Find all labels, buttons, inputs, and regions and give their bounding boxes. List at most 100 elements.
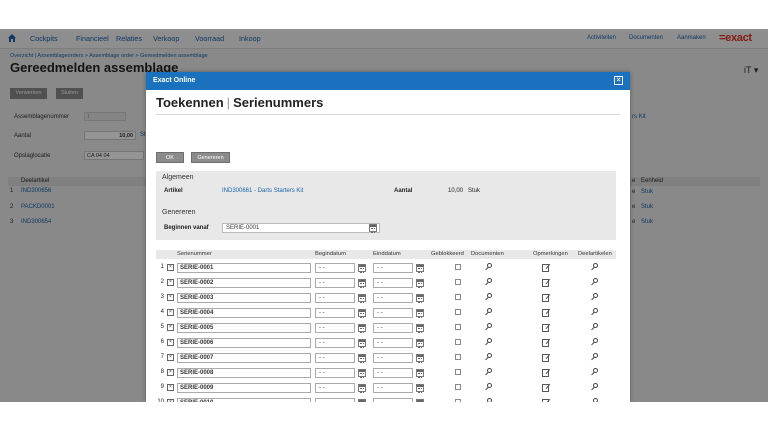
delete-icon[interactable]: ×	[167, 309, 174, 316]
serial-number-input[interactable]: SERIE-0007	[177, 353, 311, 363]
documents-search-icon[interactable]	[484, 398, 493, 402]
calendar-icon[interactable]	[358, 354, 366, 363]
remarks-edit-icon[interactable]	[542, 383, 550, 392]
serial-number-input[interactable]: SERIE-0006	[177, 338, 311, 348]
calendar-icon[interactable]	[416, 339, 424, 348]
remarks-edit-icon[interactable]	[542, 308, 550, 317]
article-link[interactable]: IND300661 - Darts Starters Kit	[222, 188, 303, 194]
calendar-icon[interactable]	[416, 309, 424, 318]
blocked-checkbox[interactable]	[455, 384, 461, 390]
calendar-icon[interactable]	[358, 279, 366, 288]
start-date-input[interactable]: - -	[315, 398, 355, 402]
documents-search-icon[interactable]	[484, 323, 493, 332]
serial-number-input[interactable]: SERIE-0008	[177, 368, 311, 378]
parts-search-icon[interactable]	[590, 293, 599, 302]
start-from-input[interactable]: SERIE-0001	[222, 223, 380, 233]
documents-search-icon[interactable]	[484, 368, 493, 377]
start-date-input[interactable]: - -	[315, 293, 355, 303]
delete-icon[interactable]: ×	[167, 294, 174, 301]
end-date-input[interactable]: - -	[373, 383, 413, 393]
ok-button[interactable]: OK	[156, 152, 184, 163]
remarks-edit-icon[interactable]	[542, 293, 550, 302]
end-date-input[interactable]: - -	[373, 338, 413, 348]
start-date-input[interactable]: - -	[315, 383, 355, 393]
calendar-icon[interactable]	[416, 264, 424, 273]
blocked-checkbox[interactable]	[455, 354, 461, 360]
end-date-input[interactable]: - -	[373, 263, 413, 273]
documents-search-icon[interactable]	[484, 353, 493, 362]
generate-button[interactable]: Genereren	[191, 152, 230, 163]
blocked-checkbox[interactable]	[455, 279, 461, 285]
start-date-input[interactable]: - -	[315, 263, 355, 273]
start-date-input[interactable]: - -	[315, 368, 355, 378]
calendar-icon[interactable]	[358, 309, 366, 318]
parts-search-icon[interactable]	[590, 263, 599, 272]
delete-icon[interactable]: ×	[167, 279, 174, 286]
start-date-input[interactable]: - -	[315, 278, 355, 288]
documents-search-icon[interactable]	[484, 263, 493, 272]
parts-search-icon[interactable]	[590, 323, 599, 332]
documents-search-icon[interactable]	[484, 278, 493, 287]
calendar-icon[interactable]	[416, 354, 424, 363]
blocked-checkbox[interactable]	[455, 264, 461, 270]
documents-search-icon[interactable]	[484, 293, 493, 302]
serial-number-input[interactable]: SERIE-0004	[177, 308, 311, 318]
calendar-icon[interactable]	[358, 294, 366, 303]
calendar-icon[interactable]	[416, 294, 424, 303]
calendar-icon[interactable]	[358, 384, 366, 393]
start-date-input[interactable]: - -	[315, 308, 355, 318]
close-icon[interactable]: ×	[614, 76, 623, 85]
calendar-icon[interactable]	[416, 384, 424, 393]
calendar-icon[interactable]	[416, 324, 424, 333]
calendar-icon[interactable]	[358, 264, 366, 273]
calculator-icon[interactable]	[369, 224, 377, 233]
calendar-icon[interactable]	[416, 399, 424, 402]
documents-search-icon[interactable]	[484, 308, 493, 317]
calendar-icon[interactable]	[358, 339, 366, 348]
blocked-checkbox[interactable]	[455, 294, 461, 300]
parts-search-icon[interactable]	[590, 368, 599, 377]
delete-icon[interactable]: ×	[167, 399, 174, 402]
remarks-edit-icon[interactable]	[542, 263, 550, 272]
end-date-input[interactable]: - -	[373, 398, 413, 402]
calendar-icon[interactable]	[416, 369, 424, 378]
parts-search-icon[interactable]	[590, 353, 599, 362]
parts-search-icon[interactable]	[590, 278, 599, 287]
start-date-input[interactable]: - -	[315, 338, 355, 348]
start-date-input[interactable]: - -	[315, 353, 355, 363]
serial-number-input[interactable]: SERIE-0010	[177, 398, 311, 402]
delete-icon[interactable]: ×	[167, 324, 174, 331]
end-date-input[interactable]: - -	[373, 323, 413, 333]
calendar-icon[interactable]	[358, 369, 366, 378]
remarks-edit-icon[interactable]	[542, 338, 550, 347]
end-date-input[interactable]: - -	[373, 308, 413, 318]
serial-number-input[interactable]: SERIE-0009	[177, 383, 311, 393]
start-date-input[interactable]: - -	[315, 323, 355, 333]
end-date-input[interactable]: - -	[373, 353, 413, 363]
blocked-checkbox[interactable]	[455, 324, 461, 330]
serial-number-input[interactable]: SERIE-0003	[177, 293, 311, 303]
delete-icon[interactable]: ×	[167, 354, 174, 361]
serial-number-input[interactable]: SERIE-0002	[177, 278, 311, 288]
delete-icon[interactable]: ×	[167, 384, 174, 391]
end-date-input[interactable]: - -	[373, 293, 413, 303]
calendar-icon[interactable]	[358, 399, 366, 402]
end-date-input[interactable]: - -	[373, 368, 413, 378]
end-date-input[interactable]: - -	[373, 278, 413, 288]
parts-search-icon[interactable]	[590, 398, 599, 402]
blocked-checkbox[interactable]	[455, 369, 461, 375]
calendar-icon[interactable]	[416, 279, 424, 288]
remarks-edit-icon[interactable]	[542, 398, 550, 402]
remarks-edit-icon[interactable]	[542, 323, 550, 332]
delete-icon[interactable]: ×	[167, 369, 174, 376]
delete-icon[interactable]: ×	[167, 339, 174, 346]
serial-number-input[interactable]: SERIE-0005	[177, 323, 311, 333]
documents-search-icon[interactable]	[484, 338, 493, 347]
delete-icon[interactable]: ×	[167, 264, 174, 271]
parts-search-icon[interactable]	[590, 383, 599, 392]
documents-search-icon[interactable]	[484, 383, 493, 392]
serial-number-input[interactable]: SERIE-0001	[177, 263, 311, 273]
parts-search-icon[interactable]	[590, 338, 599, 347]
blocked-checkbox[interactable]	[455, 399, 461, 402]
remarks-edit-icon[interactable]	[542, 353, 550, 362]
